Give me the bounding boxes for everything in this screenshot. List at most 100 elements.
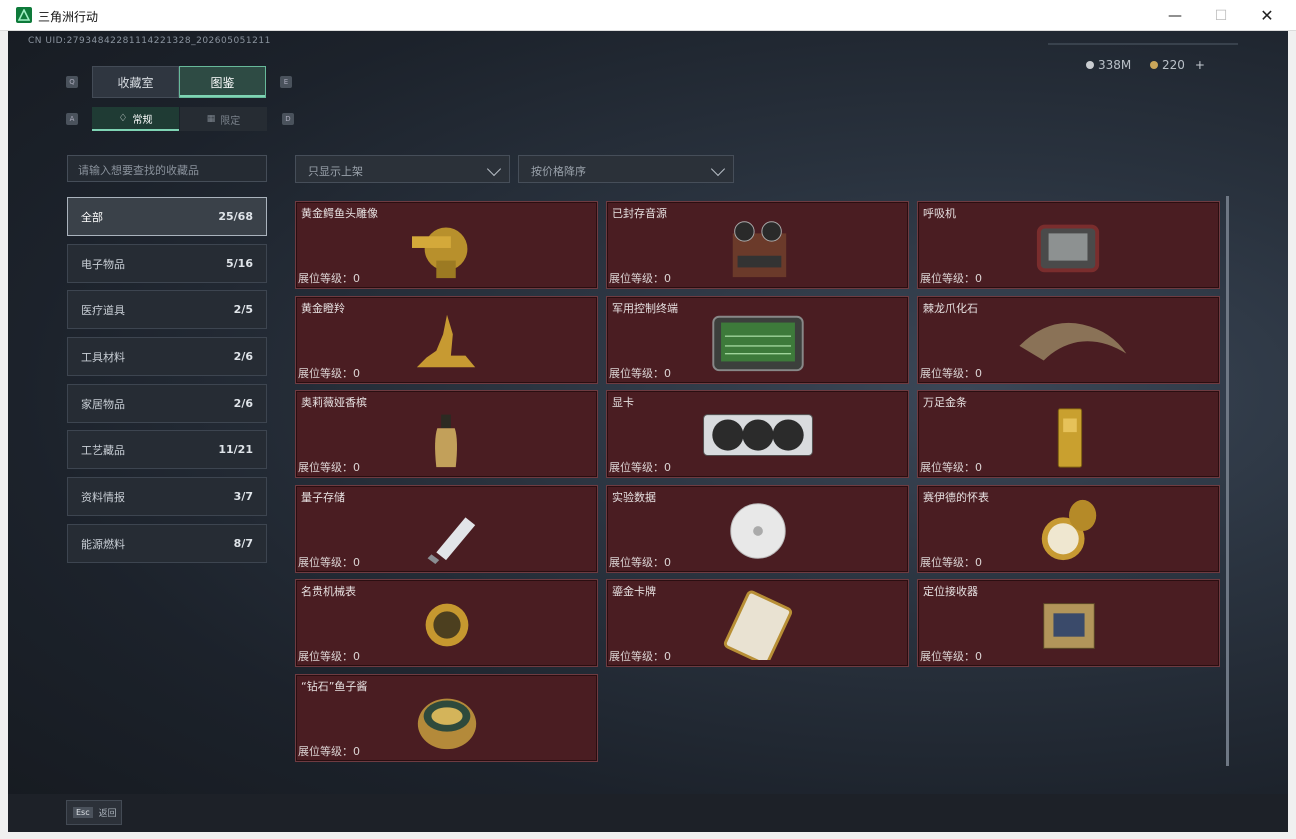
- category-energy[interactable]: 能源燃料 8/7: [67, 524, 267, 563]
- card-level: 展位等级：0: [609, 461, 671, 475]
- category-label: 资料情报: [81, 490, 125, 504]
- card-level: 展位等级：0: [298, 650, 360, 664]
- collection-card[interactable]: “钻石”鱼子酱 展位等级：0: [295, 674, 598, 762]
- subtab-regular-label: 常规: [132, 114, 153, 126]
- tab-codex[interactable]: 图鉴: [179, 66, 266, 98]
- tab-collection-room[interactable]: 收藏室: [92, 66, 179, 98]
- category-crafts[interactable]: 工艺藏品 11/21: [67, 430, 267, 469]
- chevron-down-icon: [486, 161, 502, 177]
- usb-drive-icon: [427, 517, 475, 564]
- key-hint-d: D: [282, 113, 294, 125]
- category-label: 全部: [81, 210, 103, 224]
- search-input[interactable]: 请输入想要查找的收藏品: [67, 155, 267, 182]
- category-count: 3/7: [233, 490, 253, 503]
- key-hint-e: E: [280, 76, 292, 88]
- category-count: 8/7: [233, 537, 253, 550]
- currency-silver: 338M: [1086, 58, 1131, 72]
- card-level: 展位等级：0: [298, 555, 360, 569]
- collection-card[interactable]: 名贵机械表展位等级：0: [295, 579, 598, 668]
- subtab-limited[interactable]: ▦ 限定: [180, 107, 267, 131]
- sort-price-label: 按价格降序: [531, 165, 586, 178]
- sort-price-dropdown[interactable]: 按价格降序: [518, 155, 734, 183]
- collection-card[interactable]: 赛伊德的怀表 展位等级：0: [917, 484, 1220, 573]
- collection-card[interactable]: 棘龙爪化石 展位等级：0: [917, 295, 1220, 384]
- claw-fossil-icon: [1018, 322, 1126, 361]
- card-level: 展位等级：0: [609, 555, 671, 569]
- category-intel[interactable]: 资料情报 3/7: [67, 477, 267, 516]
- card-title: 赛伊德的怀表: [923, 490, 989, 504]
- category-tools[interactable]: 工具材料 2/6: [67, 337, 267, 376]
- card-title: 实验数据: [612, 490, 656, 504]
- card-level: 展位等级：0: [609, 650, 671, 664]
- subtab-limited-label: 限定: [220, 115, 241, 127]
- category-label: 电子物品: [81, 257, 125, 271]
- ventilator-icon: [1036, 224, 1099, 273]
- app-window: 三角洲行动 — ☐ ✕ CN UID:27934842281114221328_…: [0, 0, 1296, 839]
- collection-card[interactable]: 量子存储展位等级：0: [295, 484, 598, 573]
- minimize-button[interactable]: —: [1152, 0, 1198, 31]
- back-label: 返回: [98, 809, 117, 819]
- title-bar: 三角洲行动 — ☐ ✕: [0, 0, 1296, 31]
- game-viewport: CN UID:27934842281114221328_202605051211…: [8, 31, 1288, 832]
- collection-card[interactable]: 实验数据展位等级：0: [606, 484, 909, 573]
- champagne-icon: [434, 414, 457, 468]
- pocket-watch-icon: [1041, 499, 1096, 560]
- card-level: 展位等级：0: [920, 650, 982, 664]
- category-label: 能源燃料: [81, 537, 125, 551]
- add-currency-button[interactable]: +: [1195, 58, 1205, 72]
- collection-card[interactable]: 万足金条 展位等级：0: [917, 390, 1220, 479]
- collection-card[interactable]: 黄金鳄鱼头雕像 展位等级：0: [295, 201, 598, 289]
- currency-gold[interactable]: 220 +: [1150, 58, 1205, 72]
- collection-card[interactable]: 黄金瞪羚 展位等级：0: [295, 295, 598, 384]
- silver-coin-icon: [1086, 61, 1094, 69]
- category-count: 2/6: [233, 397, 253, 410]
- collection-card[interactable]: 已封存音源 展位等级：0: [606, 201, 909, 289]
- collection-card[interactable]: 鎏金卡牌 展位等级：0: [606, 579, 909, 668]
- card-title: 名贵机械表: [301, 585, 356, 599]
- card-title: 量子存储: [301, 490, 345, 504]
- category-count: 2/6: [233, 350, 253, 363]
- category-all[interactable]: 全部 25/68: [67, 197, 267, 236]
- category-label: 医疗道具: [81, 303, 125, 317]
- gold-coin-icon: [1150, 61, 1158, 69]
- card-level: 展位等级：0: [920, 461, 982, 475]
- key-hint-q: Q: [66, 76, 78, 88]
- category-medical[interactable]: 医疗道具 2/5: [67, 290, 267, 329]
- currency-silver-value: 338M: [1098, 58, 1132, 72]
- app-logo-icon: [16, 7, 32, 23]
- card-level: 展位等级：0: [298, 461, 360, 475]
- golden-gazelle-icon: [416, 314, 475, 367]
- card-title: 定位接收器: [923, 585, 978, 599]
- category-label: 家居物品: [81, 397, 125, 411]
- grid-scrollbar[interactable]: [1226, 196, 1229, 766]
- back-button[interactable]: Esc 返回: [66, 800, 122, 825]
- subtab-regular[interactable]: ♢ 常规: [92, 107, 179, 131]
- disc-icon: [729, 503, 786, 559]
- card-level: 展位等级：0: [609, 366, 671, 380]
- collection-card[interactable]: 军用控制终端 展位等级：0: [606, 295, 909, 384]
- close-button[interactable]: ✕: [1244, 0, 1290, 31]
- esc-key-hint: Esc: [73, 807, 93, 818]
- card-level: 展位等级：0: [920, 366, 982, 380]
- wristwatch-icon: [425, 604, 468, 647]
- category-count: 25/68: [218, 210, 253, 223]
- collection-card[interactable]: 显卡展位等级：0: [606, 390, 909, 479]
- collection-card[interactable]: 定位接收器展位等级：0: [917, 579, 1220, 668]
- filter-shelf-dropdown[interactable]: 只显示上架: [295, 155, 510, 183]
- card-title: 奥莉薇娅香槟: [301, 396, 367, 410]
- category-count: 5/16: [226, 257, 253, 270]
- card-title: 已封存音源: [612, 207, 667, 220]
- category-count: 11/21: [218, 443, 253, 456]
- crystal-icon: ♢: [118, 112, 128, 124]
- gold-bar-icon: [1057, 408, 1082, 468]
- category-electronics[interactable]: 电子物品 5/16: [67, 244, 267, 283]
- top-divider: [1048, 43, 1238, 45]
- collection-card[interactable]: 呼吸机 展位等级：0: [917, 201, 1220, 289]
- collection-card[interactable]: 奥莉薇娅香槟 展位等级：0: [295, 390, 598, 479]
- maximize-button[interactable]: ☐: [1198, 0, 1244, 31]
- card-title: 显卡: [612, 396, 634, 410]
- category-count: 2/5: [233, 303, 253, 316]
- category-household[interactable]: 家居物品 2/6: [67, 384, 267, 423]
- card-title: 呼吸机: [923, 207, 956, 220]
- caviar-tin-icon: [417, 698, 476, 750]
